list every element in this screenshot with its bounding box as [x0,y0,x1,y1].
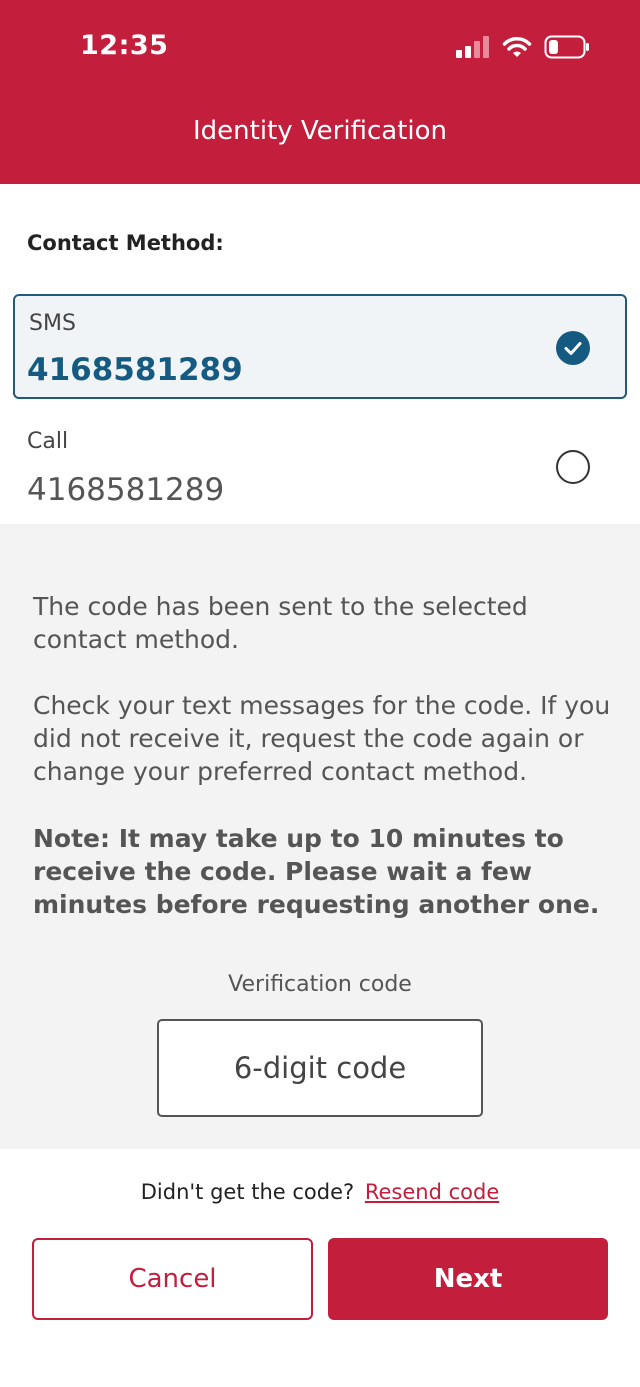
cellular-signal-icon [456,36,489,58]
app-header: 12:35 Identity Verification [0,0,640,184]
cancel-button[interactable]: Cancel [32,1238,313,1320]
verification-code-label: Verification code [228,972,412,997]
verification-code-input[interactable] [157,1019,483,1117]
contact-method-label: Contact Method: [27,231,224,255]
checkmark-icon [556,331,590,365]
resend-code-link[interactable]: Resend code [365,1180,499,1204]
option-phone-number: 4168581289 [27,352,243,388]
option-phone-number: 4168581289 [27,472,225,508]
page-title: Identity Verification [193,116,447,146]
option-type-label: SMS [29,311,76,336]
status-icons [456,34,590,60]
resend-prompt: Didn't get the code? [140,1180,355,1204]
resend-row: Didn't get the code? Resend code [0,1180,640,1204]
next-button[interactable]: Next [328,1238,608,1320]
battery-icon [544,35,589,59]
wifi-icon [502,37,532,57]
note-text: Note: It may take up to 10 minutes to re… [33,824,600,919]
code-sent-text: The code has been sent to the selected c… [33,592,528,654]
radio-unselected-icon [556,450,590,484]
contact-option-sms[interactable]: SMS 4168581289 [13,294,627,399]
instructions-text: Check your text messages for the code. I… [33,691,611,786]
status-time: 12:35 [80,30,169,61]
contact-option-call[interactable]: Call 4168581289 [13,414,627,519]
option-type-label: Call [27,429,69,454]
